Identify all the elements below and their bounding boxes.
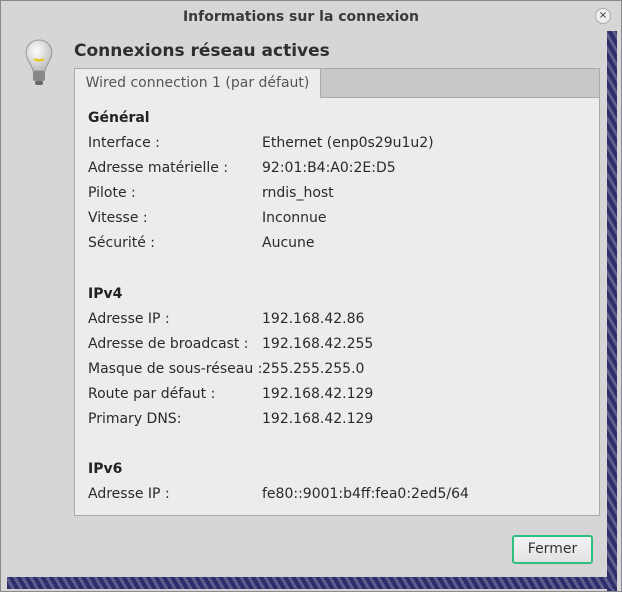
- info-label: Adresse IP :: [88, 486, 170, 502]
- section-title: IPv4: [88, 286, 123, 302]
- desktop-background: [7, 577, 617, 589]
- info-label: Primary DNS:: [88, 411, 182, 427]
- tab-wired-connection-1[interactable]: Wired connection 1 (par défaut): [75, 69, 321, 98]
- info-label: Adresse matérielle :: [88, 160, 229, 176]
- info-value: 92:01:B4:A0:2E:D5: [262, 160, 396, 176]
- info-label: Adresse de broadcast :: [88, 336, 249, 352]
- section-title: IPv6: [88, 461, 123, 477]
- tab-page: Général Interface : Ethernet (enp0s29u1u2)…: [75, 97, 599, 515]
- section-title: Général: [88, 110, 150, 126]
- info-label: Vitesse :: [88, 210, 148, 226]
- close-button[interactable]: Fermer: [512, 535, 593, 564]
- info-label: Adresse IP :: [88, 311, 170, 327]
- info-value: rndis_host: [262, 185, 334, 201]
- info-value: 192.168.42.129: [262, 386, 374, 402]
- info-label: Pilote :: [88, 185, 136, 201]
- info-value: 192.168.42.255: [262, 336, 374, 352]
- page-heading: Connexions réseau actives: [74, 41, 330, 61]
- info-value: 255.255.255.0: [262, 361, 365, 377]
- info-value: 192.168.42.86: [262, 311, 365, 327]
- info-label: Masque de sous-réseau :: [88, 361, 263, 377]
- info-value: Aucune: [262, 235, 315, 251]
- connection-notebook: Général Interface : Ethernet (enp0s29u1u2)…: [74, 68, 600, 516]
- info-label: Sécurité :: [88, 235, 155, 251]
- info-value: 192.168.42.129: [262, 411, 374, 427]
- info-value: Ethernet (enp0s29u1u2): [262, 135, 434, 151]
- desktop-background: [607, 31, 617, 591]
- info-value: fe80::9001:b4ff:fea0:2ed5/64: [262, 486, 469, 502]
- connection-info-dialog: Informations sur la connexion × Connexio…: [1, 1, 611, 577]
- window-title: Informations sur la connexion: [182, 9, 420, 25]
- lightbulb-icon: [25, 39, 53, 85]
- info-value: Inconnue: [262, 210, 327, 226]
- close-icon[interactable]: ×: [595, 8, 611, 24]
- info-label: Route par défaut :: [88, 386, 216, 402]
- info-label: Interface :: [88, 135, 160, 151]
